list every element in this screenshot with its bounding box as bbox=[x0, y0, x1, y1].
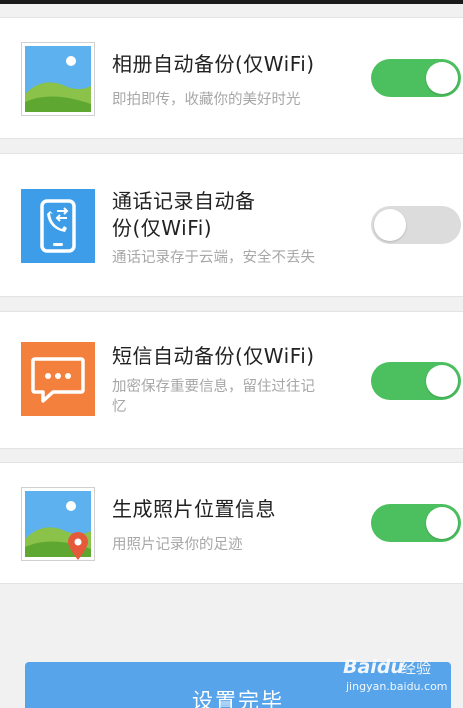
call-log-icon bbox=[21, 189, 95, 263]
toggle-knob bbox=[374, 209, 406, 241]
setting-subtitle-line2: 忆 bbox=[112, 399, 127, 415]
setting-row-photo-location: 生成照片位置信息 用照片记录你的足迹 bbox=[0, 462, 463, 584]
setting-title: 相册自动备份(仅WiFi) bbox=[112, 52, 315, 76]
photo-backup-toggle[interactable] bbox=[371, 59, 461, 97]
sms-icon bbox=[21, 342, 95, 416]
setting-subtitle: 即拍即传，收藏你的美好时光 bbox=[112, 92, 301, 108]
call-log-backup-toggle[interactable] bbox=[371, 206, 461, 244]
setting-title-line2: 份(仅WiFi) bbox=[112, 216, 213, 240]
watermark-sub: 经验 bbox=[401, 659, 432, 677]
toggle-knob bbox=[426, 365, 458, 397]
setting-title-line1: 通话记录自动备 bbox=[112, 189, 256, 213]
photo-location-toggle[interactable] bbox=[371, 504, 461, 542]
setting-subtitle: 通话记录存于云端，安全不丢失 bbox=[112, 250, 315, 266]
watermark-url: jingyan.baidu.com bbox=[346, 680, 448, 693]
toggle-knob bbox=[426, 507, 458, 539]
watermark-brand: Baidu bbox=[343, 656, 404, 678]
setting-row-photo-backup: 相册自动备份(仅WiFi) 即拍即传，收藏你的美好时光 bbox=[0, 17, 463, 139]
baidu-watermark: Baidu 经验 jingyan.baidu.com bbox=[343, 656, 453, 702]
photo-album-icon bbox=[21, 42, 95, 116]
toggle-knob bbox=[426, 62, 458, 94]
setting-row-call-log-backup: 通话记录自动备 份(仅WiFi) 通话记录存于云端，安全不丢失 bbox=[0, 153, 463, 297]
status-bar bbox=[0, 0, 463, 4]
sms-backup-toggle[interactable] bbox=[371, 362, 461, 400]
setting-row-sms-backup: 短信自动备份(仅WiFi) 加密保存重要信息，留住过往记 忆 bbox=[0, 311, 463, 449]
setting-subtitle: 用照片记录你的足迹 bbox=[112, 537, 243, 553]
setting-title: 短信自动备份(仅WiFi) bbox=[112, 344, 315, 368]
photo-location-icon bbox=[21, 487, 95, 561]
setting-subtitle-line1: 加密保存重要信息，留住过往记 bbox=[112, 379, 315, 395]
settings-screen: 相册自动备份(仅WiFi) 即拍即传，收藏你的美好时光 通话记录自动备 份(仅W… bbox=[0, 0, 463, 708]
setting-title: 生成照片位置信息 bbox=[112, 497, 276, 521]
